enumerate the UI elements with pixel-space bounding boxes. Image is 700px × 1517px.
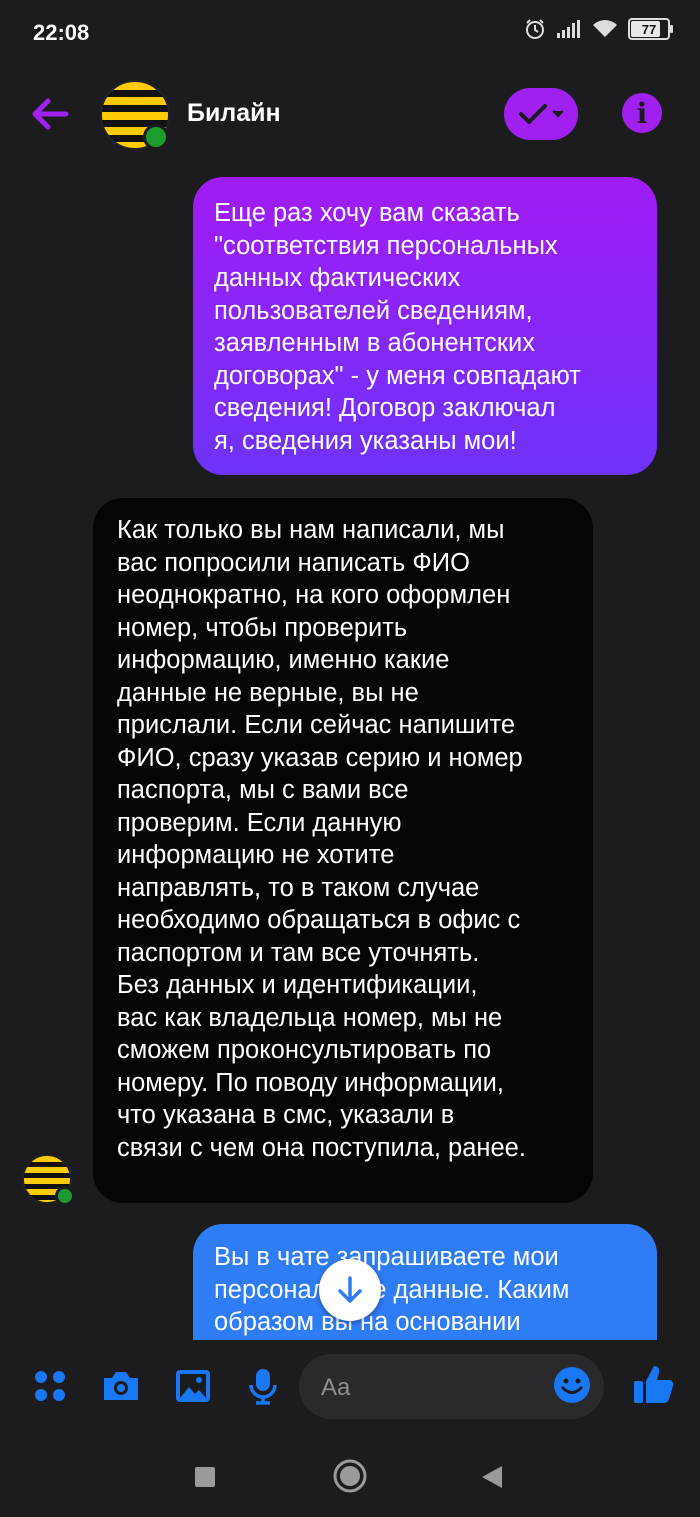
online-status-dot-small [55,1186,75,1206]
message-bubble-outgoing[interactable]: Еще раз хочу вам сказать "соответствия п… [193,177,657,475]
contact-name[interactable]: Билайн [187,99,281,128]
chevron-down-icon [552,110,564,118]
mark-done-button[interactable] [504,88,578,140]
check-icon [519,104,547,124]
microphone-icon[interactable] [243,1366,283,1406]
battery-level: 77 [641,21,657,37]
status-bar: 22:08 77 [0,0,700,66]
thumbs-up-icon[interactable] [632,1362,676,1406]
arrow-down-icon [338,1276,362,1303]
status-icons: 77 [524,18,673,40]
wifi-icon [593,20,617,37]
signal-icon [557,20,580,38]
back-arrow-icon[interactable] [28,92,72,136]
home-nav-icon[interactable] [333,1459,367,1493]
online-status-dot [143,124,169,150]
system-navigation-bar [0,1430,700,1517]
back-nav-icon[interactable] [481,1465,503,1489]
scroll-to-bottom-button[interactable] [319,1259,381,1321]
emoji-icon[interactable] [553,1366,591,1404]
apps-icon[interactable] [30,1366,70,1406]
camera-icon[interactable] [101,1366,141,1406]
square-nav-icon[interactable] [194,1466,216,1488]
alarm-icon [526,19,544,39]
gallery-icon[interactable] [173,1366,213,1406]
message-composer: Aa [0,1340,700,1430]
message-bubble-incoming[interactable]: Как только вы нам написали, мы вас попро… [93,498,593,1203]
info-icon[interactable]: i [622,93,662,133]
chat-header: Билайн i [0,66,700,166]
message-input-placeholder: Aa [321,1374,351,1401]
battery-indicator: 77 [628,18,673,40]
status-time: 22:08 [33,20,90,45]
